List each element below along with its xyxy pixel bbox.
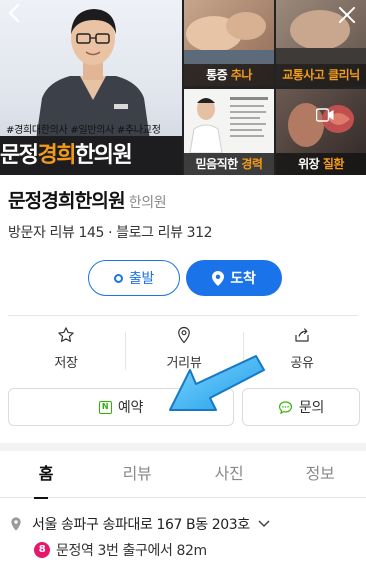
main-photo[interactable]: #경희대한의사 #일반의사 #추나교정 문정경희한의원	[0, 0, 182, 175]
depart-label: 출발	[128, 271, 155, 287]
photo-tile-stomach[interactable]: 위장 질환	[276, 89, 366, 175]
tile-caption-highlight: 경력	[241, 157, 263, 171]
map-pin-icon	[178, 326, 190, 344]
arrive-label: 도착	[230, 271, 256, 287]
annotation-arrow-icon	[169, 355, 265, 411]
tile-caption-accident: 교통사고 클리닉	[276, 64, 366, 86]
depart-button[interactable]: 출발	[88, 260, 180, 296]
banner-text-highlight: 경희	[37, 143, 76, 168]
photo-tile-career[interactable]: 믿음직한 경력	[184, 89, 274, 175]
tab-photos[interactable]: 사진	[183, 452, 275, 498]
location-pin-icon	[11, 517, 21, 531]
chevron-down-icon[interactable]	[258, 520, 270, 528]
inquiry-label: 문의	[298, 400, 325, 416]
save-label: 저장	[54, 356, 78, 371]
tile-caption-highlight: 추나	[230, 68, 253, 82]
chat-bubble-icon	[278, 400, 292, 414]
banner-text-post: 한의원	[74, 143, 133, 168]
photo-tile-accident[interactable]: 교통사고 클리닉	[276, 0, 366, 86]
review-summary[interactable]: 방문자 리뷰 145 · 블로그 리뷰 312	[8, 222, 213, 242]
subway-text: 문정역 3번 출구에서 82m	[56, 543, 207, 559]
close-icon[interactable]	[336, 4, 358, 26]
section-gap	[0, 443, 366, 451]
tile-caption-pre: 믿음직한	[195, 157, 242, 171]
tile-caption-career: 믿음직한 경력	[184, 153, 274, 175]
save-button[interactable]: 저장	[8, 326, 124, 378]
address-row[interactable]: 서울 송파구 송파대로 167 B동 203호	[8, 514, 270, 534]
subway-row: 8 문정역 3번 출구에서 82m	[34, 540, 207, 560]
back-icon[interactable]	[6, 2, 22, 24]
subway-line-badge: 8	[34, 542, 50, 558]
star-icon	[58, 327, 74, 342]
photo-hashtags: #경희대한의사 #일반의사 #추나교정	[6, 125, 161, 136]
clinic-name-banner: 문정경희한의원	[0, 136, 182, 175]
doctor-photo	[36, 9, 150, 140]
photo-tile-chuna[interactable]: 통증 추나	[184, 0, 274, 86]
tab-home[interactable]: 홈	[0, 452, 92, 499]
naver-booking-icon: N	[98, 400, 112, 414]
section-divider	[8, 315, 358, 316]
tile-caption-pre: 통증	[206, 68, 231, 82]
tab-reviews[interactable]: 리뷰	[91, 452, 183, 498]
tile-caption-stomach: 위장 질환	[276, 153, 366, 175]
tile-caption-chuna: 통증 추나	[184, 64, 274, 86]
share-icon	[295, 328, 309, 342]
address-text: 서울 송파구 송파대로 167 B동 203호	[32, 517, 250, 533]
doctor-profile-photo	[184, 89, 274, 154]
banner-text-pre: 문정	[0, 143, 39, 168]
place-title-row: 문정경희한의원 한의원	[8, 186, 167, 213]
place-category: 한의원	[128, 195, 167, 211]
tab-info[interactable]: 정보	[274, 452, 366, 498]
tab-bar: 홈 리뷰 사진 정보	[0, 452, 366, 499]
video-icon	[316, 108, 334, 122]
arrive-button[interactable]: 도착	[186, 260, 282, 296]
location-pin-icon	[212, 270, 225, 286]
treatment-photo	[184, 12, 274, 64]
tile-caption-pre: 위장	[298, 157, 323, 171]
origin-dot-icon	[113, 273, 123, 283]
share-label: 공유	[290, 356, 314, 371]
tile-caption-highlight: 질환	[322, 157, 345, 171]
reserve-label: 예약	[117, 400, 144, 416]
place-name: 문정경희한의원	[8, 190, 126, 212]
photo-gallery[interactable]: #경희대한의사 #일반의사 #추나교정 문정경희한의원 통증 추나 교통사고 클…	[0, 0, 366, 175]
